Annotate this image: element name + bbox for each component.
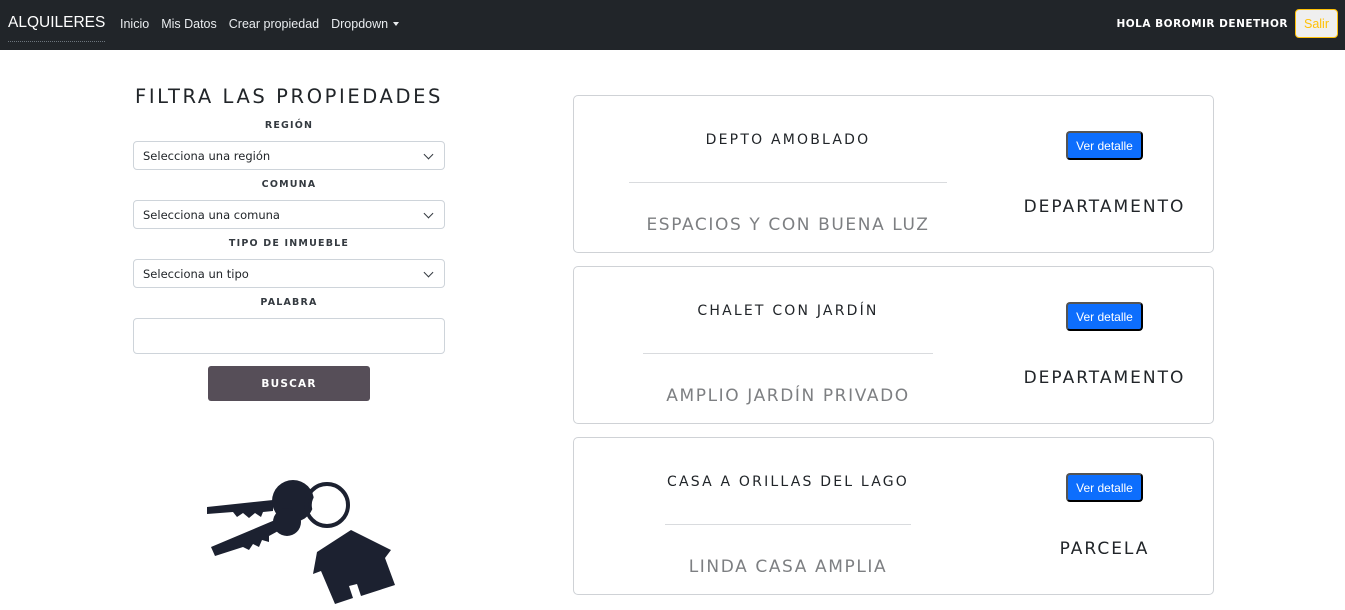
ver-detalle-button[interactable]: Ver detalle — [1066, 473, 1143, 502]
filter-panel: FILTRA LAS PROPIEDADES REGIÓN Selecciona… — [133, 85, 445, 401]
nav-dropdown-toggle[interactable]: Dropdown — [331, 17, 400, 31]
comuna-select-value: Selecciona una comuna — [143, 207, 280, 222]
property-description: LINDA CASA AMPLIA — [688, 557, 888, 577]
region-select[interactable]: Selecciona una región — [133, 141, 445, 170]
brand-link[interactable]: ALQUILERES — [8, 14, 106, 42]
property-title: CASA A ORILLAS DEL LAGO — [666, 474, 910, 490]
divider — [643, 353, 933, 354]
comuna-label: COMUNA — [261, 179, 317, 190]
property-card: CASA A ORILLAS DEL LAGO LINDA CASA AMPLI… — [573, 437, 1214, 595]
property-description: ESPACIOS Y CON BUENA LUZ — [646, 215, 930, 235]
property-card: DEPTO AMOBLADO ESPACIOS Y CON BUENA LUZ … — [573, 95, 1214, 253]
chevron-down-icon — [423, 267, 434, 278]
buscar-button[interactable]: BUSCAR — [208, 366, 370, 401]
top-navbar: ALQUILERES Inicio Mis Datos Crear propie… — [0, 0, 1345, 50]
user-greeting: HOLA BOROMIR DENETHOR — [1116, 18, 1288, 30]
nav-link-crear-propiedad[interactable]: Crear propiedad — [229, 17, 319, 31]
property-card: CHALET CON JARDÍN AMPLIO JARDÍN PRIVADO … — [573, 266, 1214, 424]
tipo-inmueble-select-value: Selecciona un tipo — [143, 266, 249, 281]
filter-title: FILTRA LAS PROPIEDADES — [135, 85, 443, 108]
nav-link-mis-datos[interactable]: Mis Datos — [161, 17, 217, 31]
divider — [665, 524, 911, 525]
comuna-select[interactable]: Selecciona una comuna — [133, 200, 445, 229]
ver-detalle-button[interactable]: Ver detalle — [1066, 131, 1143, 160]
property-title: CHALET CON JARDÍN — [697, 303, 879, 319]
region-select-value: Selecciona una región — [143, 148, 271, 163]
tipo-inmueble-select[interactable]: Selecciona un tipo — [133, 259, 445, 288]
divider — [629, 182, 947, 183]
ver-detalle-button[interactable]: Ver detalle — [1066, 302, 1143, 331]
property-type: PARCELA — [1059, 539, 1150, 559]
palabra-label: PALABRA — [260, 297, 318, 308]
chevron-down-icon — [423, 149, 434, 160]
property-type: DEPARTAMENTO — [1023, 197, 1186, 217]
house-keys-icon — [207, 480, 395, 604]
region-label: REGIÓN — [264, 120, 314, 131]
nav-link-inicio[interactable]: Inicio — [120, 17, 149, 31]
property-type: DEPARTAMENTO — [1023, 368, 1186, 388]
property-description: AMPLIO JARDÍN PRIVADO — [666, 386, 910, 406]
dropdown-label: Dropdown — [331, 17, 389, 31]
caret-down-icon — [393, 22, 400, 26]
nav-links: Inicio Mis Datos Crear propiedad Dropdow… — [120, 17, 400, 31]
chevron-down-icon — [423, 208, 434, 219]
tipo-inmueble-label: TIPO DE INMUEBLE — [228, 238, 350, 249]
logout-button[interactable]: Salir — [1295, 9, 1338, 38]
property-title: DEPTO AMOBLADO — [705, 132, 871, 148]
palabra-input[interactable] — [133, 318, 445, 354]
